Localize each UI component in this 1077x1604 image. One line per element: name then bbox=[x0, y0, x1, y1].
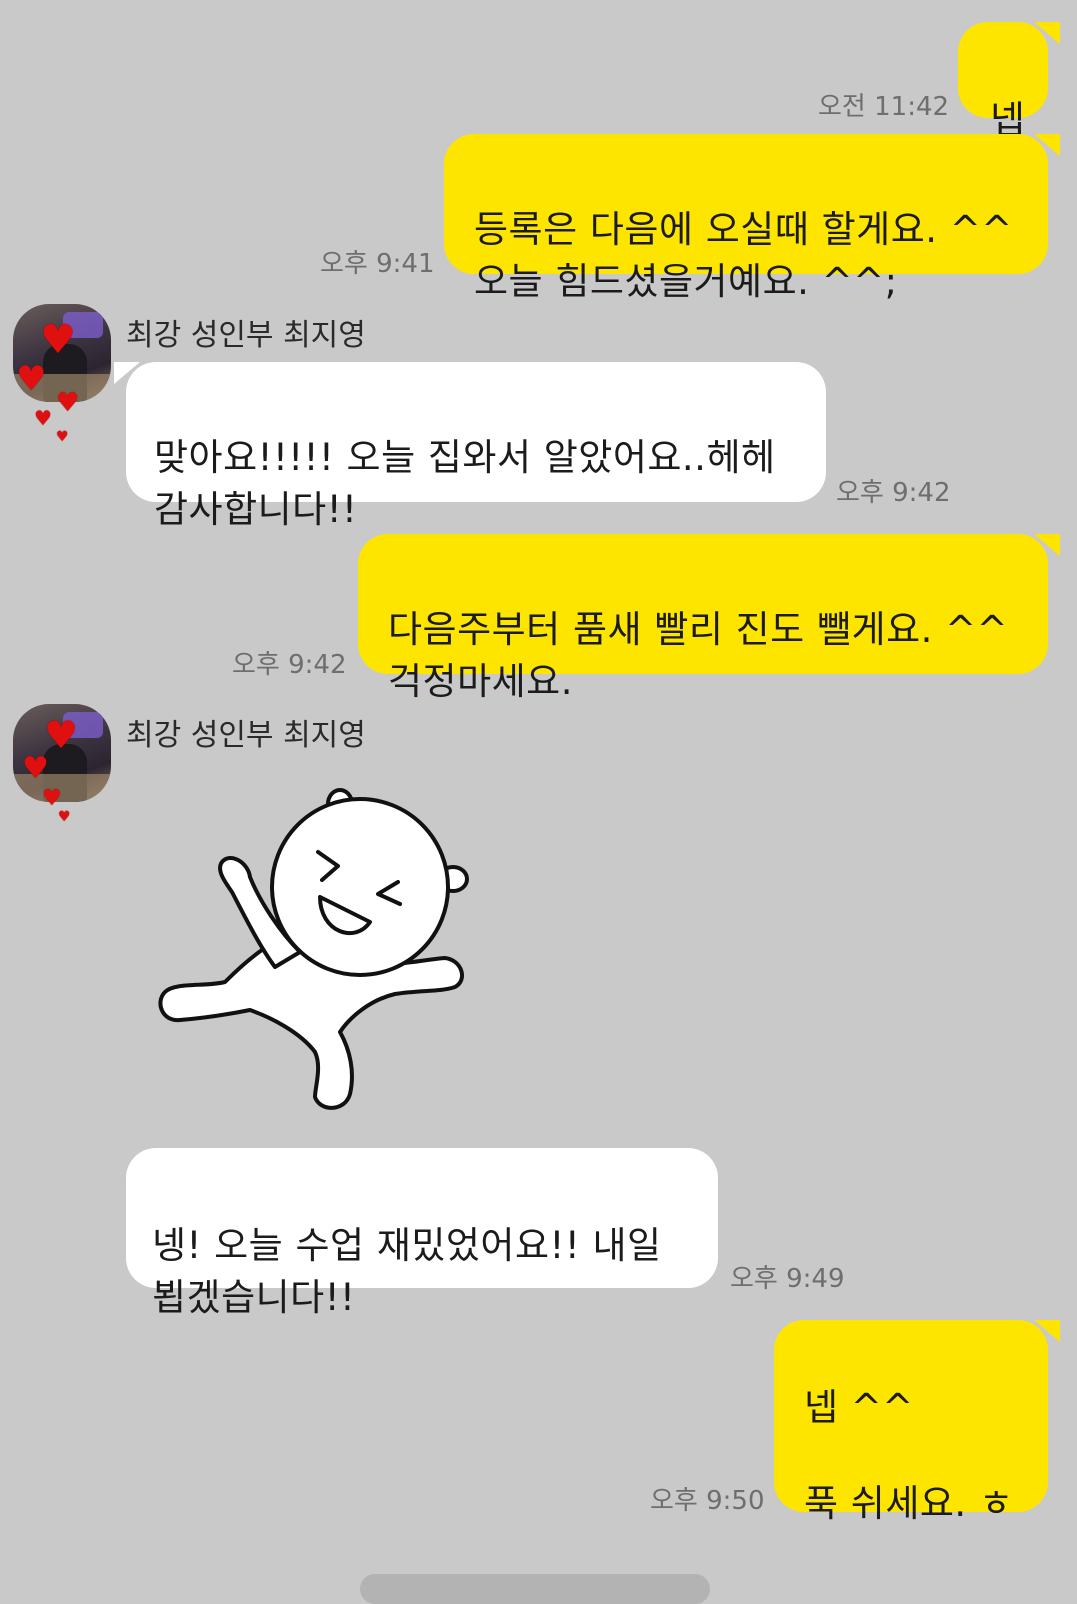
sender-name: 최강 성인부 최지영 bbox=[126, 318, 366, 353]
message-timestamp: 오전 11:42 bbox=[818, 92, 950, 122]
sender-name: 최강 성인부 최지영 bbox=[126, 718, 366, 753]
message-timestamp: 오후 9:42 bbox=[836, 478, 951, 508]
heart-icon: ♥ bbox=[42, 786, 62, 811]
laughing-character-sticker[interactable] bbox=[150, 782, 480, 1122]
heart-icon: ♥ bbox=[16, 359, 47, 399]
message-timestamp: 오후 9:41 bbox=[320, 249, 435, 279]
message-text: 넵 ^^ 푹 쉬세요. ㅎ bbox=[804, 1386, 1014, 1525]
message-text: 넹! 오늘 수업 재밌었어요!! 내일 뵙겠습니다!! bbox=[152, 1224, 662, 1319]
scroll-to-bottom-handle[interactable] bbox=[360, 1574, 710, 1604]
message-bubble-mine[interactable]: 등록은 다음에 오실때 할게요. ^^ 오늘 힘드셨을거예요. ^^; bbox=[444, 134, 1060, 303]
message-timestamp: 오후 9:50 bbox=[650, 1486, 765, 1516]
heart-icon: ♥ bbox=[34, 406, 52, 430]
heart-icon: ♥ bbox=[58, 809, 71, 825]
message-timestamp: 오후 9:49 bbox=[730, 1264, 845, 1294]
message-text: 다음주부터 품새 빨리 진도 뺄게요. ^^ 걱정마세요. bbox=[388, 608, 1009, 703]
message-text: 등록은 다음에 오실때 할게요. ^^ 오늘 힘드셨을거예요. ^^; bbox=[474, 208, 1013, 303]
message-bubble-mine[interactable]: 다음주부터 품새 빨리 진도 뺄게요. ^^ 걱정마세요. bbox=[358, 534, 1060, 703]
message-bubble-other[interactable]: 넹! 오늘 수업 재밌었어요!! 내일 뵙겠습니다!! bbox=[126, 1148, 718, 1319]
heart-icon: ♥ bbox=[22, 751, 49, 786]
heart-icon: ♥ bbox=[56, 388, 80, 418]
heart-icon: ♥ bbox=[56, 429, 69, 445]
heart-icon: ♥ bbox=[40, 317, 76, 363]
message-text: 맞아요!!!!! 오늘 집와서 알았어요..헤헤 감사합니다!! bbox=[154, 436, 776, 531]
message-bubble-mine[interactable]: 넵 ^^ 푹 쉬세요. ㅎ bbox=[774, 1320, 1060, 1525]
message-bubble-other[interactable]: 맞아요!!!!! 오늘 집와서 알았어요..헤헤 감사합니다!! bbox=[114, 362, 826, 531]
message-timestamp: 오후 9:42 bbox=[232, 650, 347, 680]
message-bubble-mine[interactable]: 넵 bbox=[958, 22, 1060, 142]
heart-icon: ♥ bbox=[44, 713, 79, 757]
